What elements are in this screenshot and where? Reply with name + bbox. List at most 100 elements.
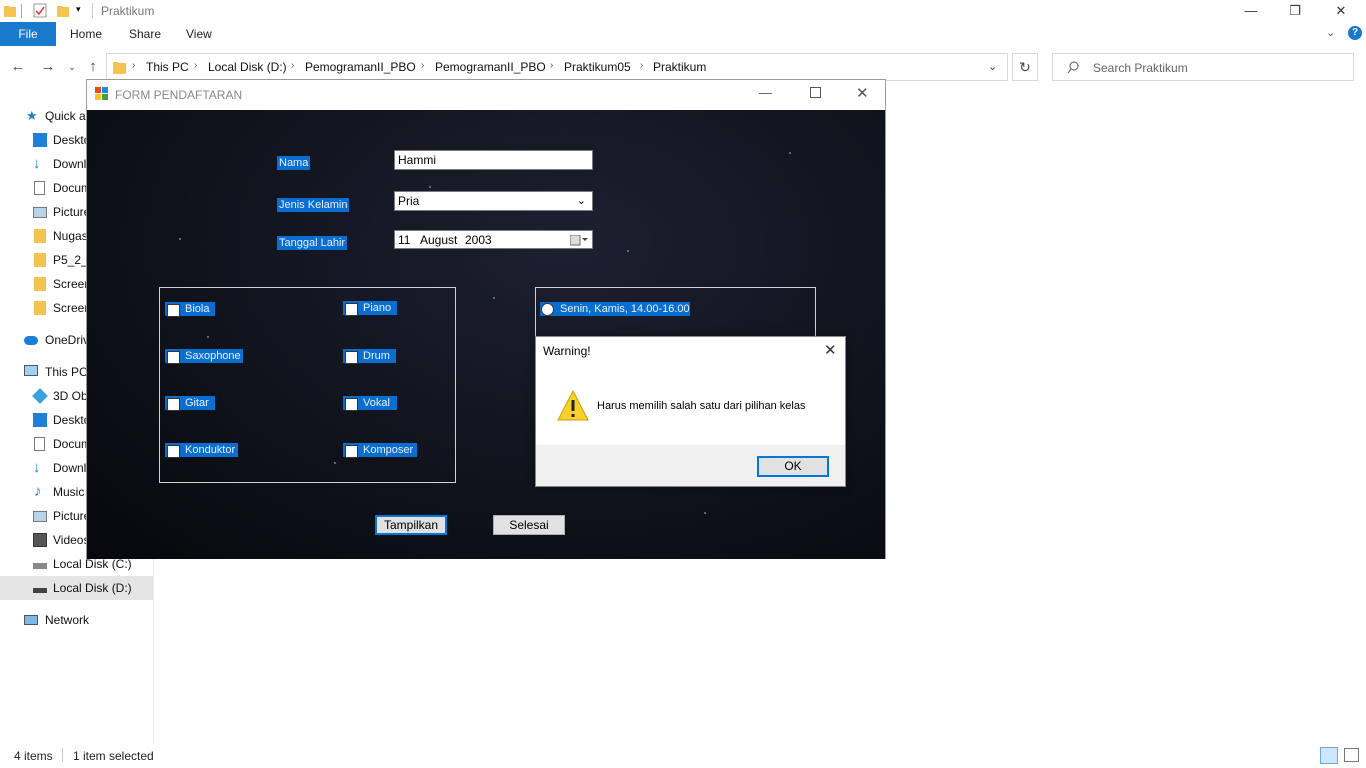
search-box[interactable]: Search Praktikum xyxy=(1052,53,1354,81)
recent-locations-icon[interactable]: ⌄ xyxy=(62,57,82,77)
folder-icon xyxy=(34,301,46,315)
star-decoration xyxy=(704,512,706,514)
checkbox[interactable] xyxy=(167,445,180,458)
dialog-title: Warning! xyxy=(543,344,591,358)
nav-item-local-disk-d[interactable]: Local Disk (D:) xyxy=(0,576,153,600)
breadcrumb-separator: › xyxy=(421,60,425,71)
dialog-footer: OK xyxy=(536,445,845,486)
forward-icon[interactable]: → xyxy=(38,57,58,77)
checkbox-label: Biola xyxy=(185,303,210,315)
video-icon xyxy=(33,533,47,547)
restore-button[interactable]: ❐ xyxy=(1272,0,1318,22)
selected-value: Pria xyxy=(398,194,420,208)
close-icon[interactable]: ✕ xyxy=(824,341,837,359)
nav-label: Music xyxy=(53,485,85,499)
details-view-icon[interactable] xyxy=(1320,747,1338,764)
ribbon-tabs: File Home Share View ⌄ ? xyxy=(0,22,1366,46)
address-bar[interactable]: › This PC › Local Disk (D:) › Pemograman… xyxy=(106,53,1008,81)
download-icon: ↓ xyxy=(33,459,41,476)
chevron-down-icon[interactable]: ⌄ xyxy=(577,193,586,209)
warning-icon xyxy=(557,390,589,421)
star-icon: ★ xyxy=(26,108,38,123)
item-count: 4 items xyxy=(14,749,53,763)
expand-ribbon-icon[interactable]: ⌄ xyxy=(1326,26,1335,39)
close-button[interactable]: ✕ xyxy=(1318,0,1364,22)
search-input[interactable]: Search Praktikum xyxy=(1093,61,1188,75)
checkbox-label: Piano xyxy=(363,302,392,314)
desktop-icon xyxy=(33,133,47,147)
properties-icon[interactable] xyxy=(33,3,47,18)
large-icons-view-icon[interactable] xyxy=(1344,748,1359,762)
star-decoration xyxy=(493,297,495,299)
date-month[interactable]: August xyxy=(420,232,457,248)
refresh-icon[interactable]: ↻ xyxy=(1012,53,1038,81)
maximize-button[interactable] xyxy=(810,87,821,98)
tab-file[interactable]: File xyxy=(0,22,56,46)
star-decoration xyxy=(179,238,181,240)
breadcrumb-item[interactable]: This PC xyxy=(146,60,189,74)
customize-quick-access-icon[interactable]: ▾ xyxy=(76,4,81,15)
tab-view[interactable]: View xyxy=(174,22,224,46)
checkbox[interactable] xyxy=(167,304,180,317)
tampilkan-button[interactable]: Tampilkan xyxy=(375,515,447,535)
folder-icon xyxy=(34,229,46,243)
selesai-button[interactable]: Selesai xyxy=(493,515,565,535)
divider xyxy=(62,748,63,762)
pictures-icon xyxy=(33,207,47,218)
document-icon xyxy=(34,437,45,451)
label-tanggal-lahir: Tanggal Lahir xyxy=(277,236,348,250)
checkbox-label: Drum xyxy=(363,350,390,362)
network-icon xyxy=(24,615,38,625)
star-decoration xyxy=(429,186,431,188)
up-icon[interactable]: ↑ xyxy=(83,57,103,77)
checkbox-label: Konduktor xyxy=(185,444,236,456)
breadcrumb-item[interactable]: Local Disk (D:) xyxy=(208,60,287,74)
breadcrumb-item[interactable]: Praktikum05 xyxy=(564,60,631,74)
folder-icon[interactable] xyxy=(4,4,16,17)
desktop-icon xyxy=(33,413,47,427)
checkbox[interactable] xyxy=(345,351,358,364)
jenis-kelamin-select[interactable]: Pria ⌄ xyxy=(394,191,593,211)
tanggal-lahir-picker[interactable]: 11 August 2003 xyxy=(394,230,593,249)
breadcrumb-separator: › xyxy=(291,60,295,71)
date-year[interactable]: 2003 xyxy=(465,232,492,248)
folder-icon xyxy=(34,253,46,267)
status-bar: 4 items 1 item selected xyxy=(0,744,1366,768)
ok-button[interactable]: OK xyxy=(757,456,829,477)
breadcrumb-item[interactable]: PemogramanII_PBO xyxy=(435,60,546,74)
checkbox[interactable] xyxy=(345,398,358,411)
close-button[interactable]: ✕ xyxy=(856,84,869,102)
label-jenis-kelamin: Jenis Kelamin xyxy=(277,198,350,212)
help-icon[interactable]: ? xyxy=(1348,26,1362,40)
breadcrumb-item[interactable]: PemogramanII_PBO xyxy=(305,60,416,74)
checkbox-label: Gitar xyxy=(185,397,209,409)
checkbox[interactable] xyxy=(167,398,180,411)
nama-input[interactable]: Hammi xyxy=(394,150,593,170)
nav-label: Local Disk (D:) xyxy=(53,581,132,595)
date-day[interactable]: 11 xyxy=(398,232,410,248)
checkbox[interactable] xyxy=(345,445,358,458)
checkbox[interactable] xyxy=(167,351,180,364)
minimize-button[interactable]: — xyxy=(759,85,772,100)
form-title-bar: FORM PENDAFTARAN — ✕ xyxy=(87,80,885,110)
checkbox[interactable] xyxy=(345,303,358,316)
tab-home[interactable]: Home xyxy=(58,22,114,46)
tab-share[interactable]: Share xyxy=(117,22,173,46)
address-dropdown-icon[interactable]: ⌄ xyxy=(988,60,997,73)
back-icon[interactable]: ← xyxy=(8,57,28,77)
nav-label: Nugas xyxy=(53,229,88,243)
search-icon xyxy=(1067,61,1079,74)
radio-button[interactable] xyxy=(541,303,554,316)
calendar-icon[interactable] xyxy=(569,234,588,246)
checkbox-label: Vokal xyxy=(363,397,390,409)
music-icon: ♪ xyxy=(34,483,42,500)
minimize-button[interactable]: — xyxy=(1228,0,1274,22)
new-folder-icon[interactable] xyxy=(57,4,69,17)
app-icon xyxy=(95,87,108,100)
nav-network[interactable]: Network xyxy=(0,608,153,632)
breadcrumb-separator: › xyxy=(550,60,554,71)
breadcrumb-item[interactable]: Praktikum xyxy=(653,60,706,74)
breadcrumb-separator: › xyxy=(194,60,198,71)
breadcrumb-separator: › xyxy=(640,60,644,71)
radio-schedule[interactable]: Senin, Kamis, 14.00-16.00 xyxy=(540,302,690,316)
